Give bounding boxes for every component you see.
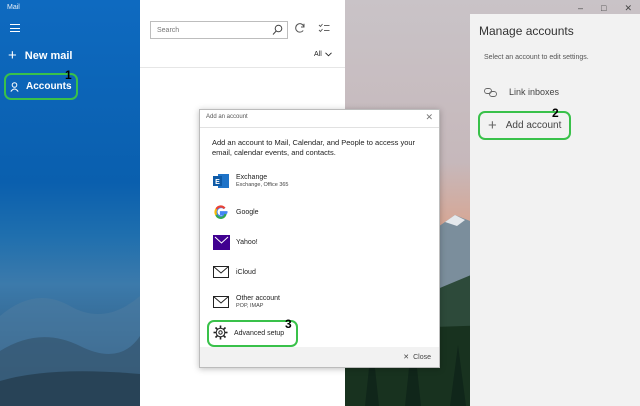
person-icon — [10, 81, 19, 92]
google-icon — [212, 203, 230, 221]
step-marker-1: 1 — [65, 68, 72, 82]
sync-icon[interactable] — [294, 22, 306, 34]
provider-icloud-name: iCloud — [236, 268, 256, 276]
step-marker-2: 2 — [552, 106, 559, 120]
provider-google[interactable]: Google — [212, 203, 259, 221]
search-placeholder: Search — [157, 26, 180, 34]
step-marker-3: 3 — [285, 317, 292, 331]
plus-icon: + — [8, 47, 17, 64]
exchange-icon: E — [212, 172, 230, 190]
chevron-down-icon — [324, 52, 332, 57]
provider-exchange-sub: Exchange, Office 365 — [236, 182, 289, 188]
yahoo-icon — [212, 233, 230, 251]
filter-label: All — [314, 51, 322, 58]
dialog-close-icon[interactable]: ✕ — [425, 112, 433, 123]
dialog-close-button[interactable]: Close — [413, 354, 431, 361]
hamburger-menu-icon[interactable] — [10, 24, 20, 32]
filter-dropdown[interactable]: All — [314, 51, 332, 58]
provider-exchange-name: Exchange — [236, 174, 268, 181]
provider-yahoo[interactable]: Yahoo! — [212, 233, 258, 251]
close-icon[interactable]: ✕ — [403, 353, 409, 361]
background-hills — [0, 296, 140, 406]
dialog-footer: ✕ Close — [200, 347, 439, 367]
provider-other-name: Other account — [236, 295, 280, 302]
provider-google-name: Google — [236, 208, 259, 216]
app-title: Mail — [7, 4, 20, 11]
gear-icon — [213, 325, 228, 342]
provider-yahoo-name: Yahoo! — [236, 238, 258, 246]
window-controls: – □ ✕ — [578, 3, 632, 14]
search-box[interactable]: Search — [150, 21, 288, 39]
list-divider — [140, 67, 345, 68]
plus-icon: + — [488, 117, 497, 134]
advanced-setup-label: Advanced setup — [234, 330, 285, 337]
new-mail-button[interactable]: + New mail — [8, 48, 72, 63]
accounts-label: Accounts — [26, 81, 72, 92]
dialog-divider — [200, 127, 439, 128]
nav-pane: Mail + New mail Accounts — [0, 0, 140, 406]
link-icon — [484, 87, 497, 97]
provider-exchange[interactable]: E Exchange Exchange, Office 365 — [212, 172, 289, 190]
provider-other-account[interactable]: Other account POP, IMAP — [212, 293, 280, 311]
mail-icon — [212, 263, 230, 281]
mail-icon — [212, 293, 230, 311]
provider-icloud[interactable]: iCloud — [212, 263, 256, 281]
manage-accounts-title: Manage accounts — [479, 24, 574, 38]
link-inboxes-label: Link inboxes — [509, 87, 560, 97]
dialog-description: Add an account to Mail, Calendar, and Pe… — [212, 138, 416, 157]
add-account-dialog: Add an account ✕ Add an account to Mail,… — [199, 109, 440, 368]
dialog-title: Add an account — [206, 114, 248, 120]
close-window-icon[interactable]: ✕ — [624, 3, 632, 14]
new-mail-label: New mail — [24, 49, 73, 62]
manage-accounts-subtitle: Select an account to edit settings. — [484, 54, 589, 61]
provider-other-sub: POP, IMAP — [236, 303, 264, 309]
maximize-icon[interactable]: □ — [601, 3, 606, 14]
selection-mode-icon[interactable] — [318, 23, 330, 34]
search-icon[interactable] — [272, 24, 283, 36]
link-inboxes-button[interactable]: Link inboxes — [484, 87, 559, 97]
add-account-label: Add account — [505, 120, 562, 131]
manage-accounts-panel: Manage accounts Select an account to edi… — [470, 14, 640, 406]
minimize-icon[interactable]: – — [578, 3, 583, 14]
svg-text:E: E — [215, 179, 220, 186]
